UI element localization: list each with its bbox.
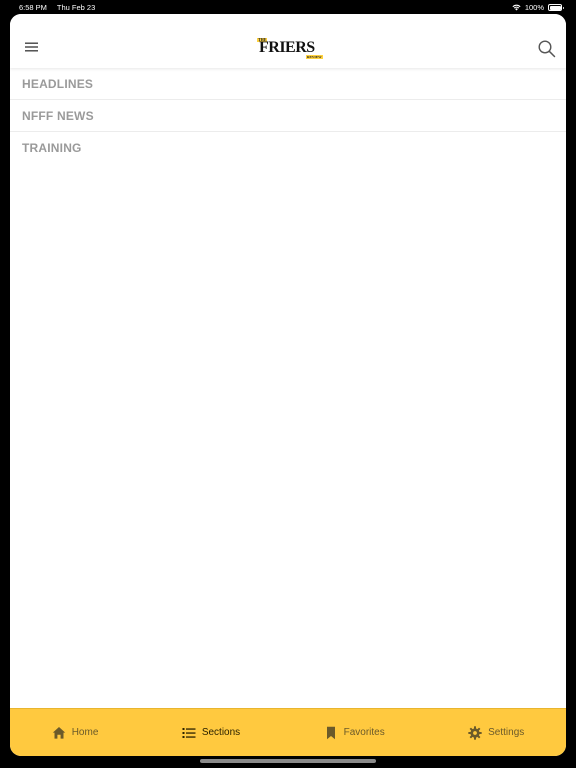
status-datetime: 6:58 PM Thu Feb 23 [19,3,103,12]
section-list: HEADLINES NFFF NEWS TRAINING [10,68,566,164]
search-icon [538,40,556,58]
section-item-training[interactable]: TRAINING [10,132,566,164]
bookmark-icon [326,726,335,739]
battery-icon [548,4,564,11]
section-item-nfff-news[interactable]: NFFF NEWS [10,100,566,132]
app-logo: THE FRIERS REVIEW [257,38,323,62]
tab-label: Settings [488,727,525,738]
tab-label: Sections [201,727,241,738]
tab-label: Home [71,727,99,738]
hamburger-icon [25,42,38,52]
status-indicators: 100% [512,3,564,12]
gear-icon [468,725,482,740]
section-label: TRAINING [22,141,82,155]
menu-button[interactable] [20,38,44,58]
status-bar: 6:58 PM Thu Feb 23 100% [0,0,576,14]
search-button[interactable] [534,36,560,62]
tab-home[interactable]: Home [42,713,109,753]
tab-settings[interactable]: Settings [458,713,534,753]
list-icon [182,727,196,738]
top-navigation-bar: THE FRIERS REVIEW [10,14,566,68]
logo-tagline-bottom: REVIEW [306,55,323,59]
section-item-headlines[interactable]: HEADLINES [10,68,566,100]
section-label: HEADLINES [22,76,94,91]
battery-percent: 100% [524,3,544,12]
tab-label: Favorites [343,727,385,738]
home-icon [52,726,65,739]
bottom-tab-bar: Home Sections Favorites Settings [10,708,566,756]
tab-favorites[interactable]: Favorites [314,713,395,753]
home-indicator[interactable] [200,759,376,763]
status-time: 6:58 PM [19,3,47,12]
app-window: THE FRIERS REVIEW HEADLINES NFFF NEWS TR… [10,14,566,756]
section-label: NFFF NEWS [22,108,94,123]
wifi-icon [512,4,521,11]
tab-sections[interactable]: Sections [172,713,250,753]
status-date: Thu Feb 23 [56,3,96,12]
